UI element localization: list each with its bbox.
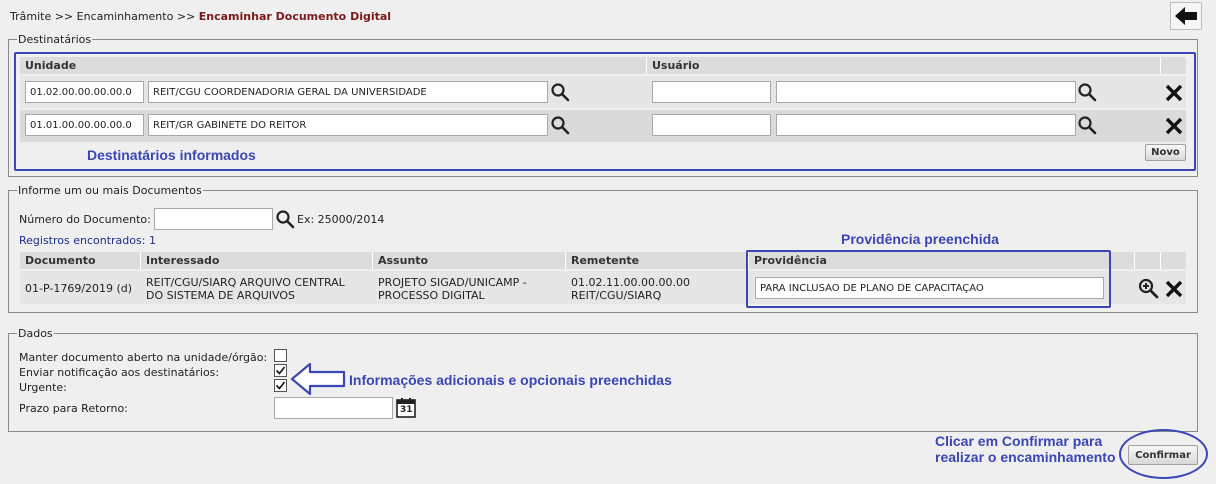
numero-documento-label: Número do Documento:	[19, 213, 151, 226]
col-interessado: Interessado	[146, 254, 220, 267]
manter-aberto-checkbox[interactable]	[274, 349, 287, 362]
arrow-left-outline-icon	[290, 362, 346, 396]
notificacao-checkbox[interactable]	[274, 364, 287, 377]
checkmark-icon	[275, 381, 286, 390]
annotation-providencia: Providência preenchida	[841, 231, 999, 247]
documento-assunto-l1: PROJETO SIGAD/UNICAMP -	[378, 276, 527, 289]
manter-aberto-label: Manter documento aberto na unidade/órgão…	[19, 351, 268, 364]
numero-documento-exemplo: Ex: 25000/2014	[297, 213, 385, 226]
documento-remetente-l1: 01.02.11.00.00.00.00	[571, 276, 690, 289]
documento-assunto-l2: PROCESSO DIGITAL	[378, 289, 485, 302]
breadcrumb: Trâmite >> Encaminhamento >> Encaminhar …	[10, 10, 391, 23]
confirm-note-l2: realizar o encaminhamento	[935, 449, 1116, 465]
col-remetente: Remetente	[571, 254, 640, 267]
col-documento: Documento	[25, 254, 96, 267]
documento-remetente-l2: REIT/CGU/SIARQ	[571, 289, 662, 302]
annotation-box-destinatarios	[14, 52, 1196, 171]
documento-interessado-l1: REIT/CGU/SIARQ ARQUIVO CENTRAL	[146, 276, 345, 289]
confirmar-button[interactable]: Confirmar	[1128, 445, 1198, 465]
breadcrumb-item-encaminhamento[interactable]: Encaminhamento	[77, 10, 174, 23]
breadcrumb-current: Encaminhar Documento Digital	[198, 10, 392, 23]
checkmark-icon	[275, 366, 286, 375]
delete-x-icon[interactable]	[1164, 279, 1184, 299]
destinatarios-legend: Destinatários	[18, 33, 92, 46]
urgente-label: Urgente:	[19, 381, 67, 394]
prazo-retorno-label: Prazo para Retorno:	[19, 402, 128, 415]
documento-numero[interactable]: 01-P-1769/2019 (d)	[25, 282, 132, 295]
dados-legend: Dados	[18, 327, 53, 340]
documento-interessado-l2: DO SISTEMA DE ARQUIVOS	[146, 289, 296, 302]
urgente-checkbox[interactable]	[274, 379, 287, 392]
calendar-day: 31	[400, 405, 413, 415]
annotation-dados: Informações adicionais e opcionais preen…	[349, 372, 672, 388]
confirm-note-l1: Clicar em Confirmar para	[935, 433, 1103, 449]
zoom-in-icon[interactable]	[1137, 277, 1159, 299]
prazo-retorno-input[interactable]	[274, 397, 393, 419]
back-arrow-icon	[1175, 7, 1197, 25]
annotation-box-providencia	[746, 250, 1111, 308]
documentos-legend: Informe um ou mais Documentos	[18, 184, 202, 197]
breadcrumb-separator: >>	[176, 10, 196, 23]
search-icon[interactable]	[275, 209, 295, 229]
registros-encontrados: Registros encontrados: 1	[19, 234, 156, 247]
back-button[interactable]	[1170, 2, 1202, 30]
breadcrumb-item-tramite[interactable]: Trâmite	[10, 10, 51, 23]
breadcrumb-separator: >>	[54, 10, 74, 23]
numero-documento-input[interactable]	[154, 208, 273, 230]
col-assunto: Assunto	[378, 254, 429, 267]
notificacao-label: Enviar notificação aos destinatários:	[19, 366, 220, 379]
calendar-icon[interactable]: 31	[396, 397, 416, 418]
